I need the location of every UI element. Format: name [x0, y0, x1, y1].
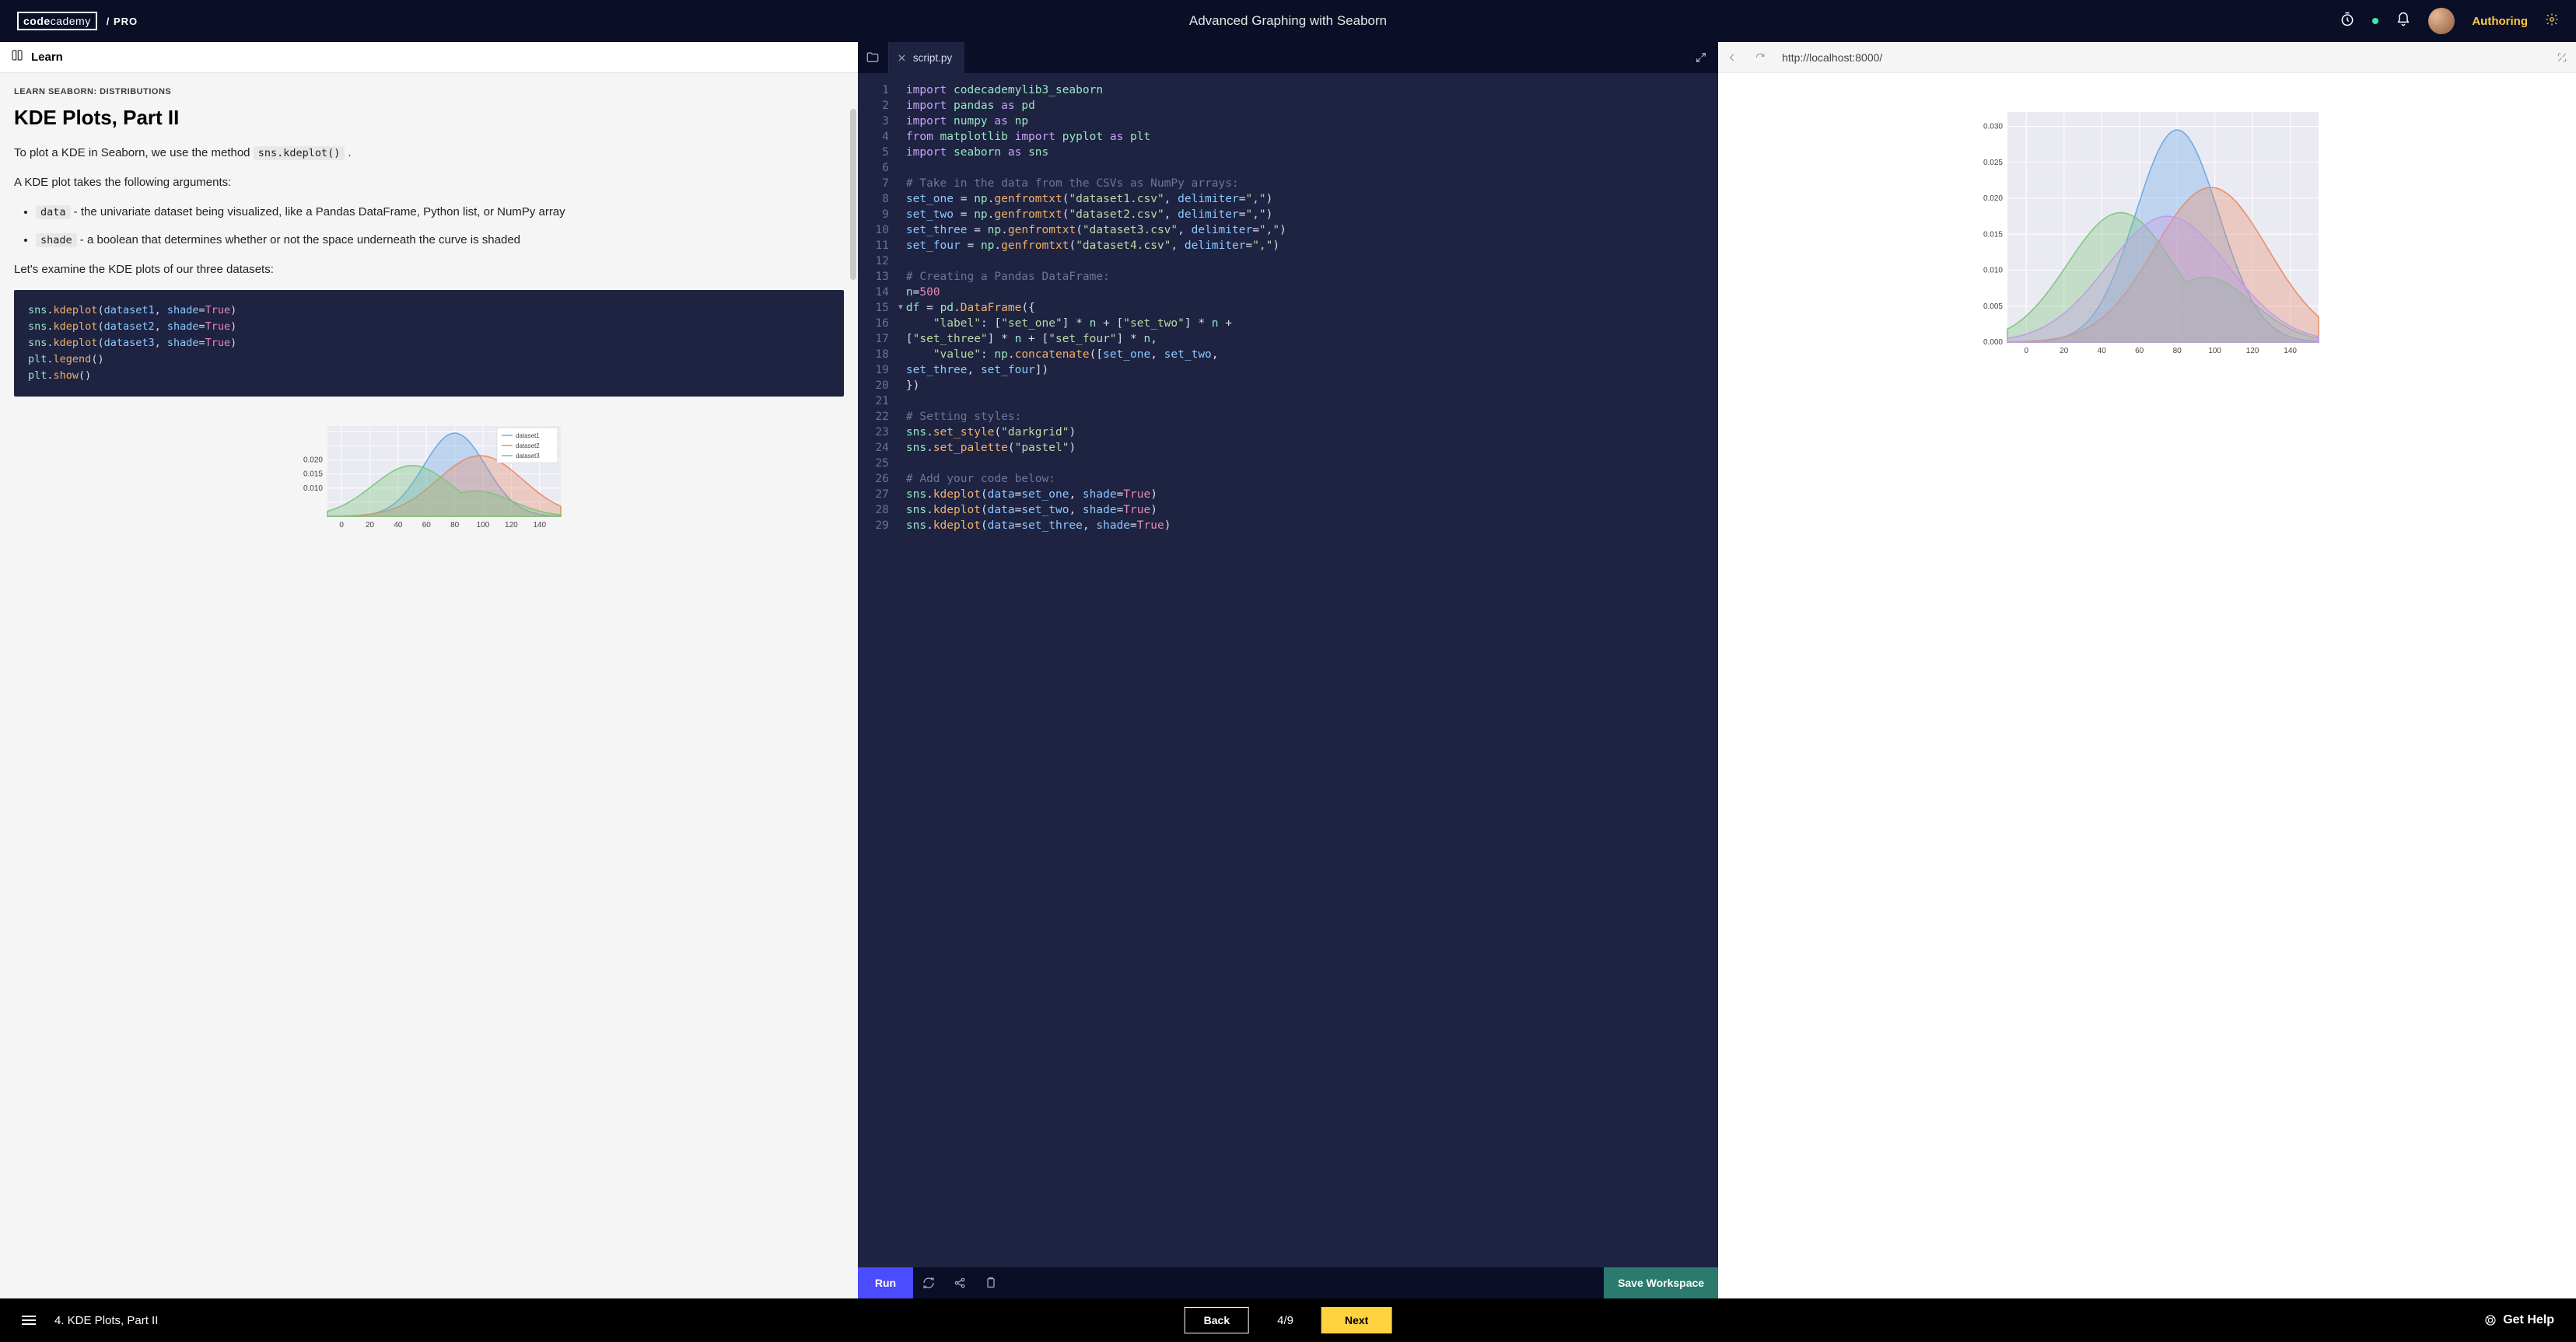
li2-code: shade: [36, 233, 77, 247]
lesson-eyebrow: LEARN SEABORN: DISTRIBUTIONS: [14, 87, 844, 96]
timer-icon[interactable]: [2340, 12, 2355, 31]
svg-text:0.025: 0.025: [1983, 159, 2003, 167]
url-field[interactable]: http://localhost:8000/: [1774, 51, 2548, 64]
li1-text: - the univariate dataset being visualize…: [71, 205, 565, 218]
svg-text:0: 0: [340, 521, 345, 529]
lesson-panel: Learn LEARN SEABORN: DISTRIBUTIONS KDE P…: [0, 42, 858, 1298]
lesson-title: KDE Plots, Part II: [14, 106, 844, 130]
svg-text:0.020: 0.020: [1983, 194, 2003, 203]
tab-script[interactable]: script.py: [889, 42, 964, 73]
svg-text:120: 120: [505, 521, 518, 529]
svg-text:100: 100: [2208, 347, 2221, 355]
authoring-link[interactable]: Authoring: [2472, 15, 2528, 28]
clipboard-icon[interactable]: [975, 1267, 1006, 1298]
editor-body[interactable]: 1234567891011121314151617181920212223242…: [858, 73, 1718, 1267]
avatar[interactable]: [2428, 8, 2455, 34]
svg-text:dataset2: dataset2: [516, 442, 540, 449]
life-ring-icon: [2484, 1314, 2497, 1326]
logo-sub: cademy: [51, 15, 91, 27]
main-area: Learn LEARN SEABORN: DISTRIBUTIONS KDE P…: [0, 42, 2576, 1298]
bottom-bar: 4. KDE Plots, Part II Back 4/9 Next Get …: [0, 1298, 2576, 1342]
svg-text:60: 60: [422, 521, 432, 529]
svg-text:0.030: 0.030: [1983, 123, 2003, 131]
fold-column[interactable]: ▼: [895, 73, 906, 1267]
bell-icon[interactable]: [2396, 12, 2411, 31]
svg-text:120: 120: [2245, 347, 2259, 355]
run-button[interactable]: Run: [858, 1267, 913, 1298]
status-dot: [2372, 18, 2378, 24]
svg-text:0.000: 0.000: [1983, 338, 2003, 347]
scrollbar-thumb[interactable]: [850, 109, 856, 280]
svg-text:0.015: 0.015: [1983, 230, 2003, 239]
save-workspace-button[interactable]: Save Workspace: [1604, 1267, 1718, 1298]
expand-icon[interactable]: [1684, 42, 1718, 73]
svg-text:0.010: 0.010: [1983, 267, 2003, 275]
svg-text:140: 140: [2284, 347, 2297, 355]
bottom-title: 4. KDE Plots, Part II: [54, 1314, 158, 1327]
svg-text:0.010: 0.010: [303, 484, 323, 492]
get-help-button[interactable]: Get Help: [2484, 1313, 2554, 1327]
tab-label: script.py: [913, 52, 952, 64]
get-help-label: Get Help: [2503, 1313, 2554, 1327]
fullscreen-icon[interactable]: [2548, 42, 2576, 73]
close-icon[interactable]: [898, 54, 905, 61]
back-button[interactable]: Back: [1185, 1307, 1249, 1333]
svg-text:0.020: 0.020: [303, 456, 323, 464]
browser-bar: http://localhost:8000/: [1718, 42, 2576, 73]
svg-text:dataset3: dataset3: [516, 453, 540, 460]
editor-tabs: script.py: [858, 42, 1718, 73]
browser-panel: http://localhost:8000/ 0 20 40 60 80 100 120 14…: [1718, 42, 2576, 1298]
svg-text:80: 80: [451, 521, 460, 529]
svg-text:0.015: 0.015: [303, 470, 323, 478]
svg-text:100: 100: [477, 521, 490, 529]
li2-text: - a boolean that determines whether or n…: [77, 233, 520, 246]
reset-icon[interactable]: [913, 1267, 944, 1298]
browser-viewport: 0 20 40 60 80 100 120 140 0.000 0.005 0.010 0.015 0.…: [1718, 73, 2576, 1298]
book-icon: [11, 49, 23, 65]
lesson-code-block: sns.kdeplot(dataset1, shade=True) sns.kd…: [14, 290, 844, 397]
svg-text:40: 40: [394, 521, 404, 529]
gear-icon[interactable]: [2545, 12, 2559, 30]
line-gutter: 1234567891011121314151617181920212223242…: [858, 73, 895, 1267]
next-button[interactable]: Next: [1321, 1307, 1391, 1333]
svg-text:20: 20: [2060, 347, 2069, 355]
editor-actions: Run Save Workspace: [858, 1267, 1718, 1298]
back-arrow-icon[interactable]: [1718, 42, 1746, 73]
editor-panel: script.py 123456789101112131415161718192…: [858, 42, 1718, 1298]
share-icon[interactable]: [944, 1267, 975, 1298]
svg-text:0: 0: [2024, 347, 2028, 355]
learn-header: Learn: [0, 42, 858, 73]
folder-icon[interactable]: [858, 42, 889, 73]
logo-main: code: [23, 15, 51, 27]
top-bar: codecademy / PRO Advanced Graphing with …: [0, 0, 2576, 42]
lesson-scroll[interactable]: LEARN SEABORN: DISTRIBUTIONS KDE Plots, …: [0, 73, 858, 1298]
args-intro: A KDE plot takes the following arguments…: [14, 173, 844, 192]
code-lines[interactable]: import codecademylib3_seabornimport pand…: [906, 73, 1718, 1267]
logo-group[interactable]: codecademy / PRO: [17, 12, 138, 30]
intro-a: To plot a KDE in Seaborn, we use the met…: [14, 146, 254, 159]
svg-text:80: 80: [2172, 347, 2182, 355]
svg-text:140: 140: [534, 521, 547, 529]
svg-text:20: 20: [366, 521, 375, 529]
course-title: Advanced Graphing with Seaborn: [1189, 13, 1387, 29]
svg-text:60: 60: [2135, 347, 2144, 355]
logo-pro: / PRO: [107, 16, 138, 27]
learn-label: Learn: [31, 51, 63, 64]
svg-text:40: 40: [2097, 347, 2106, 355]
examine-text: Let's examine the KDE plots of our three…: [14, 260, 844, 279]
lesson-example-chart: 0 20 40 60 80 100 120 140 0.010 0.015 0.020 dataset…: [289, 418, 569, 535]
svg-text:0.005: 0.005: [1983, 302, 2003, 311]
svg-text:dataset1: dataset1: [516, 432, 540, 439]
intro-code: sns.kdeplot(): [254, 146, 345, 160]
progress-indicator: 4/9: [1277, 1314, 1293, 1327]
lesson-body: To plot a KDE in Seaborn, we use the met…: [14, 144, 844, 550]
intro-b: .: [345, 146, 351, 159]
li1-code: data: [36, 205, 71, 219]
reload-icon[interactable]: [1746, 42, 1774, 73]
menu-icon[interactable]: [22, 1316, 36, 1325]
output-chart: 0 20 40 60 80 100 120 140 0.000 0.005 0.010 0.015 0.…: [1969, 104, 2326, 361]
